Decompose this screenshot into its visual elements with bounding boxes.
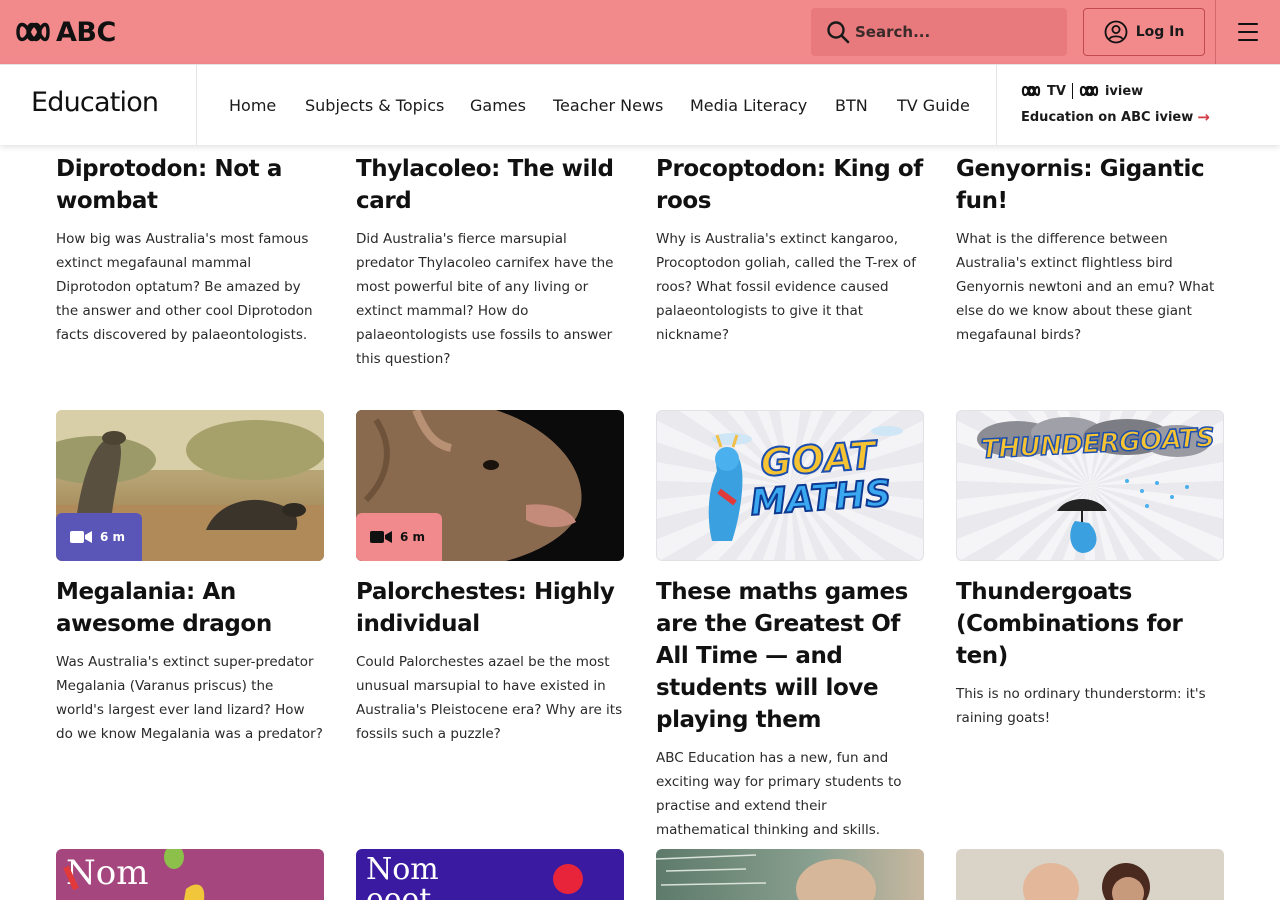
card-title[interactable]: These maths games are the Greatest Of Al… — [656, 576, 924, 736]
card-title-line: Diprotodon: Not a — [56, 156, 282, 182]
vegetable-illustration — [63, 849, 205, 900]
card-title[interactable]: Procoptodon: King of roos — [656, 153, 924, 217]
article-card[interactable]: These maths games are the Greatest Of Al… — [656, 576, 924, 842]
section-nav: Education Home Subjects & Topics Games T… — [0, 64, 1280, 145]
menu-bar — [1238, 23, 1258, 25]
abc-logo-text: ABC — [56, 16, 116, 48]
abc-lissajous-icon — [1079, 85, 1099, 97]
video-duration: 6 m — [400, 530, 426, 544]
card-title[interactable]: Palorchestes: Highly individual — [356, 576, 624, 640]
card-title[interactable]: Diprotodon: Not a wombat — [56, 153, 324, 217]
nav-divider — [196, 65, 197, 145]
top-bar: ABC Log In — [0, 0, 1280, 64]
search-icon — [827, 21, 850, 44]
card-description: ABC Education has a new, fun and excitin… — [656, 750, 902, 838]
section-title[interactable]: Education — [31, 87, 159, 118]
card-thumbnail[interactable] — [956, 849, 1224, 900]
card-title[interactable]: Thundergoats (Combinations for ten) — [956, 576, 1224, 672]
arrow-right-icon: → — [1197, 108, 1210, 126]
card-thumbnail[interactable] — [656, 849, 924, 900]
article-card[interactable]: Genyornis: Gigantic fun! What is the dif… — [956, 153, 1224, 347]
video-duration-badge: 6 m — [356, 513, 442, 561]
raspberry-illustration — [553, 864, 583, 894]
card-title-line: roos — [656, 188, 712, 214]
card-title-line: card — [356, 188, 412, 214]
card-description: Was Australia's extinct super-predator M… — [56, 654, 323, 742]
abc-logo[interactable]: ABC — [16, 16, 116, 48]
card-title-line: Procoptodon: King of — [656, 156, 923, 182]
card-description: What is the difference between Australia… — [956, 231, 1215, 343]
goat-maths-logo: GOAT MATHS — [746, 432, 893, 525]
abc-lissajous-icon — [16, 22, 50, 42]
article-card[interactable]: Procoptodon: King of roos Why is Austral… — [656, 153, 924, 347]
card-thumbnail[interactable]: 6 m — [356, 410, 624, 561]
card-thumbnail[interactable]: GOAT MATHS — [656, 410, 924, 561]
presenters-photo — [1023, 863, 1150, 900]
menu-button[interactable] — [1232, 20, 1264, 44]
topbar-divider — [1215, 0, 1216, 64]
card-description: How big was Australia's most famous exti… — [56, 231, 313, 343]
search-input[interactable] — [855, 23, 1055, 41]
article-card[interactable]: Palorchestes: Highly individual Could Pa… — [356, 576, 624, 746]
card-title-line: Genyornis: Gigantic fun! — [956, 156, 1205, 214]
article-card[interactable]: Megalania: An awesome dragon Was Austral… — [56, 576, 324, 746]
nav-link-home[interactable]: Home — [229, 96, 276, 115]
menu-bar — [1238, 39, 1258, 41]
menu-bar — [1238, 31, 1258, 33]
iview-link[interactable]: Education on ABC iview → — [1021, 108, 1210, 126]
card-title-line: wombat — [56, 188, 158, 214]
card-title-line: Thylacoleo: The wild — [356, 156, 614, 182]
video-duration-badge: 6 m — [56, 513, 142, 561]
login-label: Log In — [1135, 24, 1185, 40]
card-description: Why is Australia's extinct kangaroo, Pro… — [656, 231, 916, 343]
card-thumbnail[interactable]: Nom eeet — [356, 849, 624, 900]
abc-lissajous-icon — [1021, 85, 1041, 97]
nav-link-tv-guide[interactable]: TV Guide — [897, 96, 970, 115]
video-camera-icon — [70, 531, 92, 543]
card-title[interactable]: Genyornis: Gigantic fun! — [956, 153, 1224, 217]
article-card[interactable]: Thundergoats (Combinations for ten) This… — [956, 576, 1224, 730]
logo-separator — [1071, 83, 1073, 99]
card-description: This is no ordinary thunderstorm: it's r… — [956, 686, 1206, 726]
login-button[interactable]: Log In — [1083, 8, 1205, 56]
card-thumbnail[interactable]: THUNDERGOATS — [956, 410, 1224, 561]
iview-link-label: Education on ABC iview — [1021, 109, 1194, 125]
nav-link-media-literacy[interactable]: Media Literacy — [690, 96, 807, 115]
iview-promo[interactable]: TV iview Education on ABC iview → — [1021, 83, 1210, 126]
card-thumbnail[interactable]: Nom — [56, 849, 324, 900]
article-card[interactable]: Diprotodon: Not a wombat How big was Aus… — [56, 153, 324, 347]
video-camera-icon — [370, 531, 392, 543]
search-box[interactable] — [811, 8, 1067, 56]
iview-logo: iview — [1104, 83, 1144, 99]
nav-link-teacher-news[interactable]: Teacher News — [553, 96, 663, 115]
nav-link-games[interactable]: Games — [470, 96, 526, 115]
nav-link-btn[interactable]: BTN — [835, 96, 868, 115]
user-icon — [1104, 20, 1128, 44]
nav-link-subjects-topics[interactable]: Subjects & Topics — [305, 96, 444, 115]
card-description: Did Australia's fierce marsupial predato… — [356, 231, 614, 367]
nav-divider — [996, 65, 997, 145]
card-title[interactable]: Thylacoleo: The wild card — [356, 153, 624, 217]
video-duration: 6 m — [100, 530, 126, 544]
abc-tv-logo: TV — [1047, 83, 1066, 99]
card-description: Could Palorchestes azael be the most unu… — [356, 654, 623, 742]
card-title[interactable]: Megalania: An awesome dragon — [56, 576, 324, 640]
card-thumbnail[interactable]: 6 m — [56, 410, 324, 561]
article-card[interactable]: Thylacoleo: The wild card Did Australia'… — [356, 153, 624, 371]
classroom-photo — [656, 854, 876, 900]
iview-logos: TV iview — [1021, 83, 1210, 99]
